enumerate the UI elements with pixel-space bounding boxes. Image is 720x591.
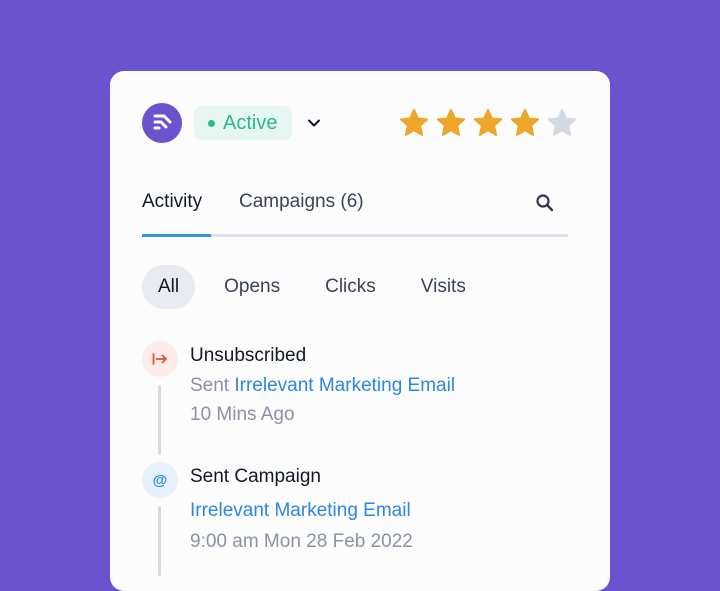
filter-visits[interactable]: Visits [405, 265, 482, 309]
brand-logo-icon [142, 103, 182, 143]
filter-clicks[interactable]: Clicks [309, 265, 392, 309]
star-empty-icon[interactable] [546, 107, 578, 139]
search-icon[interactable] [535, 193, 555, 213]
unsubscribe-icon [142, 341, 178, 377]
tab-campaigns[interactable]: Campaigns (6) [239, 191, 364, 213]
activity-card: Active Activity Campaigns (6) All Opens … [110, 71, 610, 591]
activity-time: 10 Mins Ago [190, 404, 295, 425]
activity-prefix: Sent [190, 375, 230, 396]
activity-filters: All Opens Clicks Visits [142, 265, 495, 309]
activity-detail: Irrelevant Marketing Email [190, 500, 411, 522]
status-dot-icon [208, 119, 215, 127]
activity-title: Unsubscribed [190, 345, 307, 366]
activity-time: 9:00 am Mon 28 Feb 2022 [190, 531, 413, 552]
star-filled-icon[interactable] [509, 107, 541, 139]
tab-activity[interactable]: Activity [142, 191, 202, 213]
at-sign-icon: @ [142, 462, 178, 498]
activity-title: Sent Campaign [190, 466, 321, 487]
campaign-link[interactable]: Irrelevant Marketing Email [234, 375, 455, 396]
timeline-connector [158, 385, 161, 455]
star-rating[interactable] [398, 107, 578, 139]
status-dropdown[interactable]: Active [194, 106, 293, 140]
filter-opens[interactable]: Opens [208, 265, 296, 309]
star-filled-icon[interactable] [398, 107, 430, 139]
star-filled-icon[interactable] [435, 107, 467, 139]
active-tab-indicator [142, 234, 211, 237]
activity-detail: Sent Irrelevant Marketing Email [190, 375, 455, 397]
chevron-down-icon[interactable] [306, 115, 322, 131]
filter-all[interactable]: All [142, 265, 196, 309]
status-label: Active [223, 111, 278, 134]
timeline-connector [158, 506, 161, 576]
campaign-link[interactable]: Irrelevant Marketing Email [190, 500, 411, 521]
tab-bar: Activity Campaigns (6) [142, 181, 568, 237]
star-filled-icon[interactable] [472, 107, 504, 139]
